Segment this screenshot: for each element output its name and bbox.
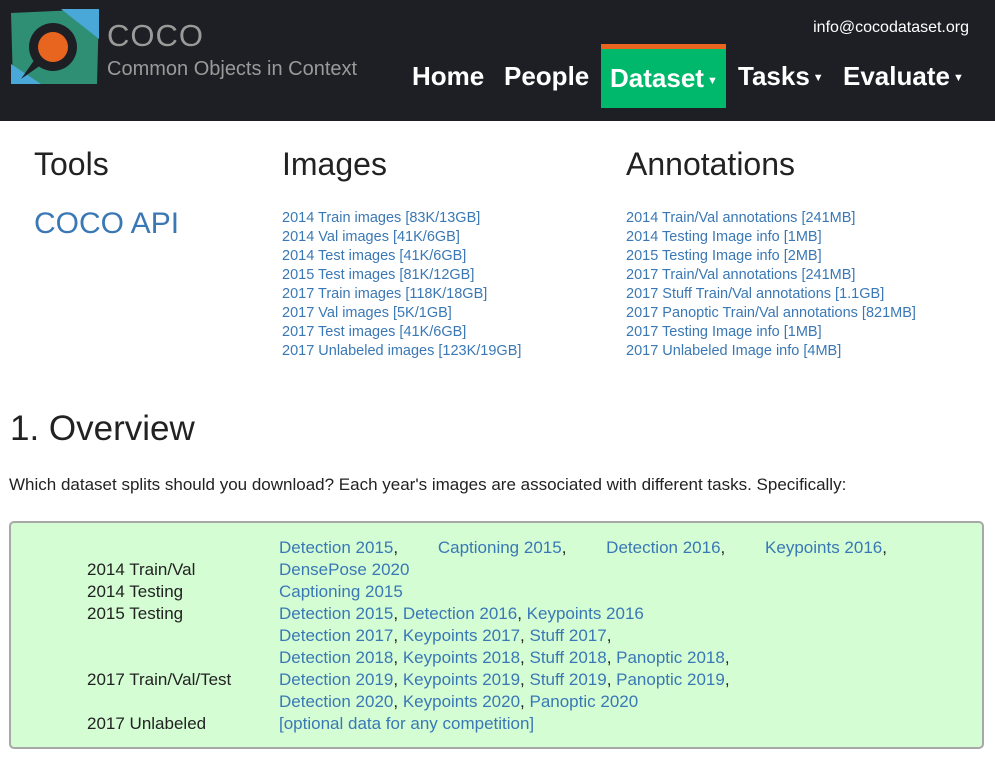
task-line: Detection 2019, Keypoints 2019, Stuff 20… [279, 670, 730, 689]
image-download-link[interactable]: 2015 Test images [81K/12GB] [282, 266, 521, 285]
caret-down-icon: ▼ [812, 72, 824, 84]
site-header: COCO Common Objects in Context info@coco… [0, 0, 995, 121]
task-link[interactable]: Panoptic 2019 [616, 670, 725, 689]
task-link[interactable]: Stuff 2019 [529, 670, 606, 689]
annotation-download-link[interactable]: 2017 Train/Val annotations [241MB] [626, 266, 916, 285]
task-link[interactable]: Detection 2015 [279, 604, 393, 623]
task-line: Detection 2020, Keypoints 2020, Panoptic… [279, 692, 639, 711]
task-line: Detection 2015, Detection 2016, Keypoint… [279, 604, 644, 623]
nav-dataset-dropdown[interactable]: Dataset ▼ [601, 44, 726, 108]
coco-logo-icon[interactable] [11, 9, 99, 84]
logo-title[interactable]: COCO [107, 18, 204, 54]
image-download-link[interactable]: 2014 Train images [83K/13GB] [282, 209, 521, 228]
task-link[interactable]: DensePose 2020 [279, 560, 409, 579]
annotations-heading: Annotations [626, 146, 796, 182]
annotation-download-link[interactable]: 2014 Testing Image info [1MB] [626, 228, 916, 247]
nav-tasks-dropdown[interactable]: Tasks ▼ [728, 44, 834, 108]
dataset-splits-box: 2014 Train/Val 2014 Testing 2015 Testing… [9, 521, 984, 749]
split-label: 2017 Unlabeled [87, 714, 207, 733]
task-line: Detection 2015, Captioning 2015, Detecti… [279, 538, 887, 557]
task-link[interactable]: Keypoints 2019 [403, 670, 520, 689]
optional-data-link[interactable]: [optional data for any competition] [279, 714, 534, 733]
nav-home[interactable]: Home [402, 44, 494, 108]
task-link[interactable]: Detection 2019 [279, 670, 393, 689]
annotation-download-link[interactable]: 2017 Stuff Train/Val annotations [1.1GB] [626, 285, 916, 304]
image-download-link[interactable]: 2017 Train images [118K/18GB] [282, 285, 521, 304]
contact-email-link[interactable]: info@cocodataset.org [813, 19, 969, 37]
nav-people[interactable]: People [494, 44, 599, 108]
nav-evaluate-dropdown[interactable]: Evaluate ▼ [833, 44, 974, 108]
task-line: DensePose 2020 [279, 560, 409, 580]
task-link[interactable]: Keypoints 2016 [765, 538, 882, 557]
image-download-link[interactable]: 2014 Test images [41K/6GB] [282, 247, 521, 266]
task-link[interactable]: Stuff 2017 [529, 626, 606, 645]
task-line: Detection 2017, Keypoints 2017, Stuff 20… [279, 626, 612, 645]
task-link[interactable]: Keypoints 2018 [403, 648, 520, 667]
annotation-download-list: 2014 Train/Val annotations [241MB] 2014 … [626, 209, 916, 361]
image-download-link[interactable]: 2017 Unlabeled images [123K/19GB] [282, 342, 521, 361]
image-download-list: 2014 Train images [83K/13GB] 2014 Val im… [282, 209, 521, 361]
task-link[interactable]: Detection 2017 [279, 626, 393, 645]
annotation-download-link[interactable]: 2017 Unlabeled Image info [4MB] [626, 342, 916, 361]
split-label: 2017 Train/Val/Test [87, 670, 232, 689]
task-line: Detection 2018, Keypoints 2018, Stuff 20… [279, 648, 730, 667]
caret-down-icon: ▼ [952, 72, 964, 84]
split-label: 2014 Testing [87, 582, 184, 601]
annotation-download-link[interactable]: 2014 Train/Val annotations [241MB] [626, 209, 916, 228]
logo-subtitle[interactable]: Common Objects in Context [107, 58, 357, 81]
split-label: 2014 Train/Val [87, 560, 196, 579]
task-link[interactable]: Captioning 2015 [279, 582, 403, 601]
image-download-link[interactable]: 2014 Val images [41K/6GB] [282, 228, 521, 247]
annotation-download-link[interactable]: 2017 Panoptic Train/Val annotations [821… [626, 304, 916, 323]
task-link[interactable]: Detection 2016 [606, 538, 720, 557]
task-link[interactable]: Keypoints 2017 [403, 626, 520, 645]
task-link[interactable]: Stuff 2018 [529, 648, 606, 667]
images-heading: Images [282, 146, 387, 182]
image-download-link[interactable]: 2017 Val images [5K/1GB] [282, 304, 521, 323]
coco-api-link[interactable]: COCO API [34, 207, 179, 241]
overview-intro: Which dataset splits should you download… [9, 475, 847, 494]
nav-evaluate-label: Evaluate [843, 60, 950, 91]
task-link[interactable]: Detection 2016 [403, 604, 517, 623]
overview-heading: 1. Overview [10, 409, 195, 448]
annotation-download-link[interactable]: 2015 Testing Image info [2MB] [626, 247, 916, 266]
task-link[interactable]: Detection 2020 [279, 692, 393, 711]
caret-down-icon: ▼ [706, 74, 718, 87]
nav-tasks-label: Tasks [738, 60, 810, 91]
task-link[interactable]: Detection 2015 [279, 538, 393, 557]
split-label: 2015 Testing [87, 604, 184, 623]
nav-dataset-label: Dataset [610, 63, 704, 93]
image-download-link[interactable]: 2017 Test images [41K/6GB] [282, 323, 521, 342]
task-link[interactable]: Keypoints 2016 [527, 604, 644, 623]
task-link[interactable]: Captioning 2015 [438, 538, 562, 557]
task-link[interactable]: Keypoints 2020 [403, 692, 520, 711]
nav-people-label: People [504, 60, 590, 91]
task-link[interactable]: Panoptic 2020 [529, 692, 638, 711]
task-link[interactable]: Detection 2018 [279, 648, 393, 667]
task-link[interactable]: Panoptic 2018 [616, 648, 725, 667]
tools-heading: Tools [34, 146, 109, 182]
task-line: [optional data for any competition] [279, 714, 534, 734]
nav-home-label: Home [412, 60, 485, 91]
annotation-download-link[interactable]: 2017 Testing Image info [1MB] [626, 323, 916, 342]
task-line: Captioning 2015 [279, 582, 403, 602]
